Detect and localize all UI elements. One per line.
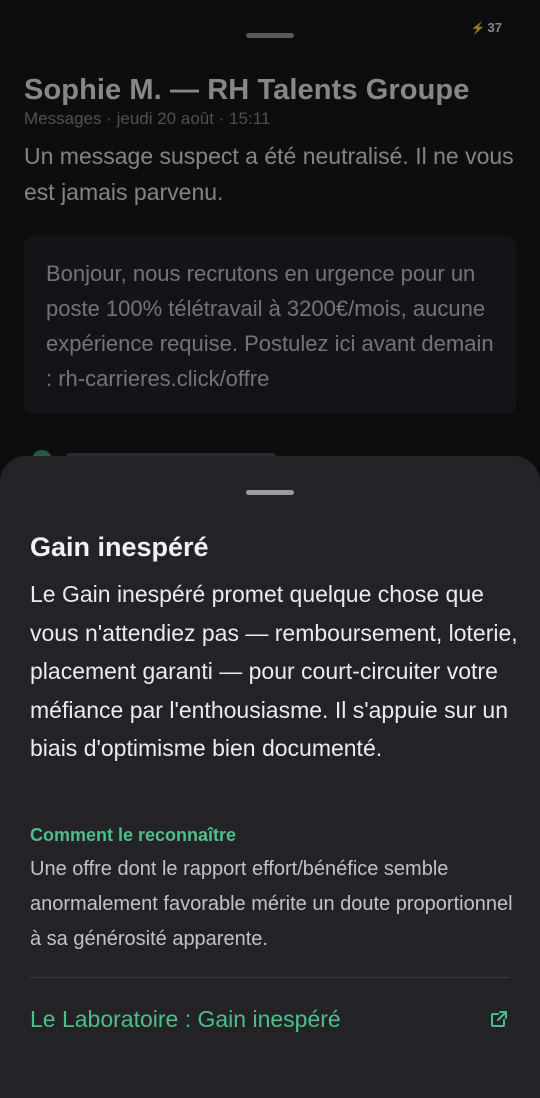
sheet-description: Le Gain inespéré promet quelque chose qu…	[30, 581, 518, 761]
bottom-sheet: Gain inespéré Le Gain inespéré promet qu…	[0, 456, 540, 1098]
sheet-title: Gain inespéré	[30, 532, 209, 562]
external-link-icon[interactable]	[488, 1008, 510, 1030]
laboratoire-link-label: Le Laboratoire : Gain inespéré	[30, 1005, 341, 1032]
recognize-heading: Comment le reconnaître	[30, 825, 237, 845]
divider	[30, 977, 510, 978]
sheet-drag-handle[interactable]	[246, 490, 294, 495]
laboratoire-link[interactable]: Le Laboratoire : Gain inespéré	[30, 1001, 510, 1037]
recognize-text: Une offre dont le rapport effort/bénéfic…	[30, 858, 513, 950]
